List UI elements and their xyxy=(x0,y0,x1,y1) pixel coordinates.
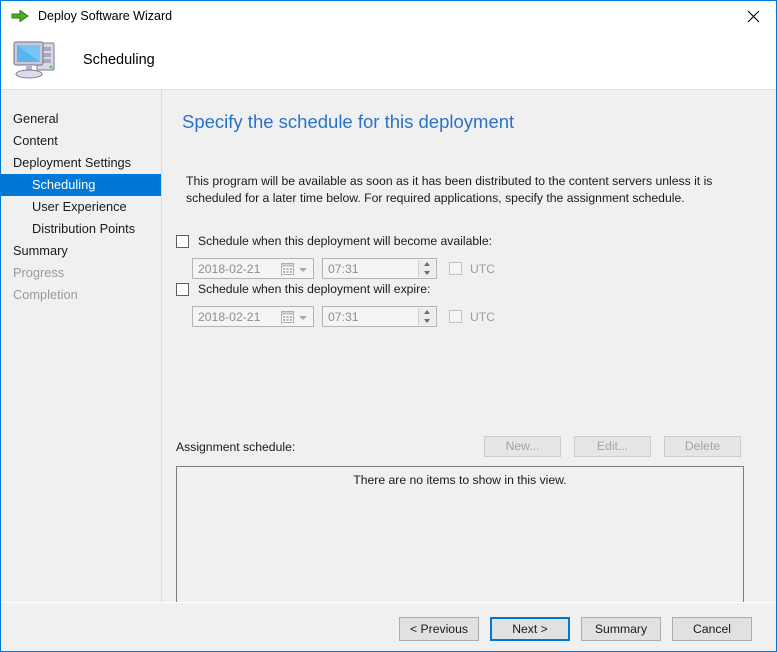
next-button[interactable]: Next > xyxy=(490,617,570,641)
available-date-value: 2018-02-21 xyxy=(198,261,261,276)
green-arrow-icon xyxy=(11,9,29,23)
computer-icon xyxy=(13,41,55,79)
expire-utc-label: UTC xyxy=(470,309,496,324)
expire-date-value: 2018-02-21 xyxy=(198,309,261,324)
available-time-input[interactable]: 07:31 xyxy=(322,258,437,279)
available-utc-label: UTC xyxy=(470,261,496,276)
spinner-down-icon[interactable] xyxy=(424,270,430,275)
calendar-icon xyxy=(281,263,294,275)
expire-utc-row: UTC xyxy=(449,310,495,324)
sidebar-item-distribution-points[interactable]: Distribution Points xyxy=(1,218,161,240)
window-title: Deploy Software Wizard xyxy=(38,9,173,23)
available-utc-row: UTC xyxy=(449,262,495,276)
previous-button[interactable]: < Previous xyxy=(399,617,479,641)
schedule-available-checkbox[interactable] xyxy=(176,234,189,248)
wizard-body: General Content Deployment Settings Sche… xyxy=(1,90,776,651)
wizard-header: Scheduling xyxy=(1,31,776,89)
available-date-input[interactable]: 2018-02-21 xyxy=(192,258,314,279)
available-datetime-row: 2018-02-21 07:31 UTC xyxy=(192,258,495,279)
close-glyph xyxy=(747,10,759,22)
sidebar-item-deployment-settings[interactable]: Deployment Settings xyxy=(1,152,161,174)
spinner-down-icon[interactable] xyxy=(424,318,430,323)
expire-time-spinner[interactable] xyxy=(418,308,435,325)
sidebar-item-user-experience[interactable]: User Experience xyxy=(1,196,161,218)
deploy-software-wizard-window: Deploy Software Wizard Scheduling Genera… xyxy=(0,0,777,652)
date-dropdown-caret-icon xyxy=(299,316,307,320)
cancel-button[interactable]: Cancel xyxy=(672,617,752,641)
expire-utc-checkbox xyxy=(449,310,462,323)
schedule-expire-label: Schedule when this deployment will expir… xyxy=(198,282,431,296)
schedule-available-checkbox-row[interactable]: Schedule when this deployment will becom… xyxy=(176,234,492,248)
schedule-expire-checkbox-row[interactable]: Schedule when this deployment will expir… xyxy=(176,282,430,296)
content-pane: Specify the schedule for this deployment… xyxy=(162,90,776,651)
sidebar-item-progress: Progress xyxy=(13,265,65,280)
available-time-value: 07:31 xyxy=(328,261,359,276)
sidebar-nav-list: General Content Deployment Settings Sche… xyxy=(1,108,161,306)
sidebar-item-completion: Completion xyxy=(13,287,78,302)
assignment-edit-button: Edit... xyxy=(574,436,651,457)
available-utc-checkbox xyxy=(449,262,462,275)
sidebar-item-summary[interactable]: Summary xyxy=(1,240,161,262)
wizard-sidebar: General Content Deployment Settings Sche… xyxy=(1,90,161,602)
close-icon[interactable] xyxy=(730,1,776,31)
intro-text: This program will be available as soon a… xyxy=(186,174,713,205)
calendar-icon xyxy=(281,311,294,323)
assignment-delete-button: Delete xyxy=(664,436,741,457)
wizard-footer: < Previous Next > Summary Cancel xyxy=(1,603,776,651)
spinner-up-icon[interactable] xyxy=(424,310,430,315)
assignment-schedule-listbox[interactable]: There are no items to show in this view. xyxy=(176,466,744,621)
sidebar-item-scheduling[interactable]: Scheduling xyxy=(1,174,161,196)
listbox-empty-message: There are no items to show in this view. xyxy=(353,473,567,487)
assignment-schedule-label: Assignment schedule: xyxy=(176,440,296,454)
date-dropdown-caret-icon xyxy=(299,268,307,272)
spinner-up-icon[interactable] xyxy=(424,262,430,267)
schedule-expire-checkbox[interactable] xyxy=(176,282,189,296)
header-title: Scheduling xyxy=(83,52,155,68)
sidebar-item-general[interactable]: General xyxy=(1,108,161,130)
expire-date-input[interactable]: 2018-02-21 xyxy=(192,306,314,327)
assignment-new-button: New... xyxy=(484,436,561,457)
expire-datetime-row: 2018-02-21 07:31 UTC xyxy=(192,306,495,327)
expire-time-input[interactable]: 07:31 xyxy=(322,306,437,327)
sidebar-item-content[interactable]: Content xyxy=(1,130,161,152)
schedule-available-label: Schedule when this deployment will becom… xyxy=(198,234,493,248)
title-bar: Deploy Software Wizard xyxy=(1,1,776,31)
page-title: Specify the schedule for this deployment xyxy=(182,111,515,132)
expire-time-value: 07:31 xyxy=(328,309,359,324)
summary-button[interactable]: Summary xyxy=(581,617,661,641)
available-time-spinner[interactable] xyxy=(418,260,435,277)
